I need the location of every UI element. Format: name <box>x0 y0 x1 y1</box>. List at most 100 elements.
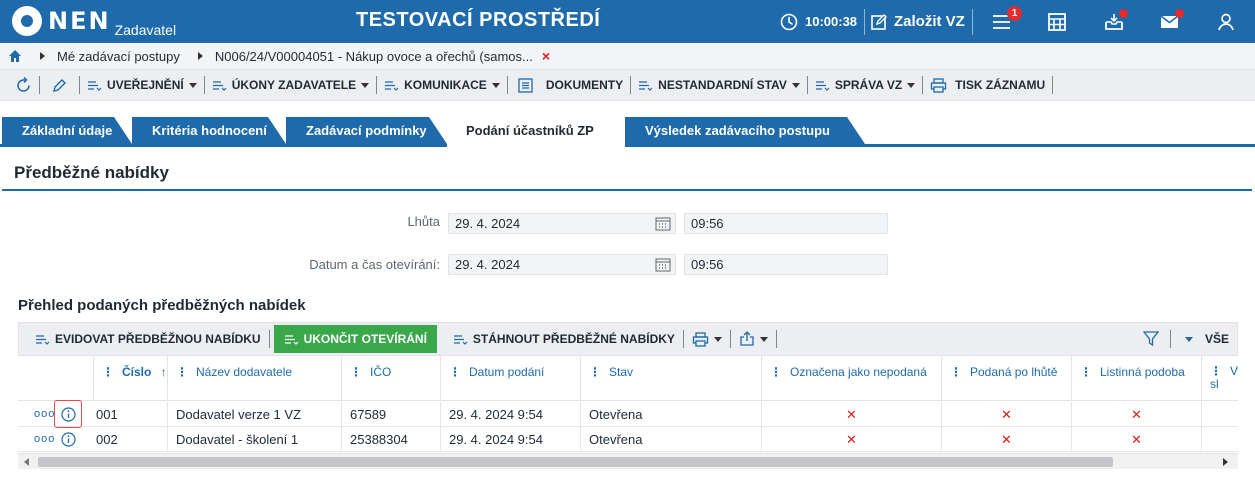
column-menu-icon[interactable]: ⋮ <box>102 365 114 379</box>
tab-zadavaci-podminky[interactable]: Zadávací podmínky <box>286 117 447 144</box>
scrollbar-thumb[interactable] <box>38 457 1113 467</box>
nen-logo[interactable]: NEN Zadavatel <box>12 6 176 38</box>
sprava-vz-menu[interactable]: SPRÁVA VZ <box>808 70 922 100</box>
tab-podani-ucastniku[interactable]: Podání účastníků ZP <box>447 115 625 147</box>
otevirani-time-field[interactable]: 09:56 <box>684 254 888 275</box>
column-header-ico[interactable]: ⋮ IČO <box>342 356 441 401</box>
caret-down-icon <box>907 83 916 88</box>
ukoncit-otevirani-button[interactable]: UKONČIT OTEVÍRÁNÍ <box>273 325 437 353</box>
column-menu-icon[interactable]: ⋮ <box>1080 365 1092 379</box>
column-header-nazev-dodavatele[interactable]: ⋮ Název dodavatele <box>168 356 342 401</box>
logo-text: NEN <box>48 7 111 35</box>
notification-badge: 1 <box>1007 6 1022 21</box>
lhuta-date-field[interactable]: 29. 4. 2024 <box>448 213 676 234</box>
column-menu-icon[interactable]: ⋮ <box>176 365 188 379</box>
grid-title: Přehled podaných předběžných nabídek <box>18 297 306 314</box>
cell-ico: 67589 <box>342 402 441 427</box>
lhuta-date-value: 29. 4. 2024 <box>455 216 521 231</box>
column-menu-icon[interactable]: ⋮ <box>350 365 362 379</box>
close-breadcrumb-icon[interactable]: × <box>542 48 550 64</box>
pencil-icon <box>53 78 66 92</box>
nestandardni-stav-menu[interactable]: NESTANDARDNÍ STAV <box>631 70 807 100</box>
row-actions-icon[interactable]: ooo <box>34 408 55 420</box>
column-header-datum-podani[interactable]: ⋮ Datum podání <box>441 356 581 401</box>
otevirani-date-field[interactable]: 29. 4. 2024 <box>448 254 676 275</box>
column-header-stav[interactable]: ⋮ Stav <box>581 356 762 401</box>
komunikace-menu[interactable]: KOMUNIKACE <box>377 70 507 100</box>
refresh-button[interactable] <box>0 70 39 100</box>
scroll-left-icon[interactable] <box>24 458 29 466</box>
export-menu-button[interactable] <box>731 325 776 353</box>
grid-toolbar: EVIDOVAT PŘEDBĚŽNOU NABÍDKU UKONČIT OTEV… <box>18 322 1238 356</box>
list-menu-icon <box>284 334 299 345</box>
calculator-icon[interactable] <box>1046 11 1068 33</box>
clock-time: 10:00:38 <box>805 14 858 29</box>
column-menu-icon[interactable]: ⋮ <box>950 365 962 379</box>
column-label: Listinná podoba <box>1100 365 1185 379</box>
stahnout-nabidky-button[interactable]: STÁHNOUT PŘEDBĚŽNÉ NABÍDKY <box>441 325 683 353</box>
column-label: IČO <box>370 365 392 379</box>
column-menu-icon[interactable]: ⋮ <box>589 365 601 379</box>
list-menu-icon <box>639 80 653 91</box>
column-menu-icon[interactable]: ⋮ <box>770 365 782 379</box>
edit-button[interactable] <box>40 70 79 100</box>
column-header-podana-po-lhute[interactable]: ⋮ Podaná po lhůtě <box>942 356 1072 401</box>
column-label: Číslo <box>122 365 152 379</box>
tab-vysledek-zadavaciho-postupu[interactable]: Výsledek zadávacího postupu <box>625 117 865 144</box>
breadcrumb-current: N006/24/V00004051 - Nákup ovoce a ořechů… <box>214 48 533 64</box>
clock-icon <box>780 13 798 30</box>
caret-down-icon <box>188 83 197 88</box>
refresh-icon <box>17 76 30 92</box>
caret-down-icon <box>791 83 800 88</box>
column-header-listinna-podoba[interactable]: ⋮ Listinná podoba <box>1072 356 1202 401</box>
row-actions-icon[interactable]: ooo <box>34 433 55 445</box>
logo-circle-icon <box>12 6 42 36</box>
cell-stav: Otevřena <box>581 402 762 427</box>
toolbar-divider <box>775 330 777 348</box>
uverejneni-menu[interactable]: UVEŘEJNĚNÍ <box>80 70 204 100</box>
caret-down-icon <box>759 337 768 342</box>
info-icon[interactable] <box>61 432 76 447</box>
action-toolbar: UVEŘEJNĚNÍ ÚKONY ZADAVATELE KOMUNIKACE D… <box>0 69 1255 101</box>
breadcrumb-item[interactable]: Mé zadávací postupy <box>57 49 180 64</box>
nestandardni-stav-label: NESTANDARDNÍ STAV <box>658 78 787 92</box>
create-vz-button[interactable]: Založit VZ <box>870 0 965 43</box>
column-menu-icon[interactable]: ⋮ <box>1210 364 1222 378</box>
dokumenty-button[interactable]: DOKUMENTY <box>508 70 630 100</box>
toolbar-divider <box>1052 76 1054 94</box>
list-menu-icon <box>88 80 102 91</box>
print-menu-button[interactable] <box>684 325 730 353</box>
lhuta-time-field[interactable]: 09:56 <box>684 213 888 234</box>
scroll-right-icon[interactable] <box>1223 458 1228 466</box>
otevirani-time-value: 09:56 <box>691 257 724 272</box>
edit-icon <box>871 13 887 30</box>
grid-header: ⋮ Číslo ↑ ⋮ Název dodavatele ⋮ IČO ⋮ Datum p… <box>18 356 1238 401</box>
inbox-alert-dot <box>1119 9 1128 18</box>
calendar-icon[interactable] <box>655 257 671 272</box>
column-header-cislo[interactable]: ⋮ Číslo ↑ <box>94 356 168 401</box>
otevirani-date-value: 29. 4. 2024 <box>455 257 521 272</box>
table-row[interactable]: ooo 001 Dodavatel verze 1 VZ 67589 29. 4… <box>18 400 1238 428</box>
evidovat-nabidku-button[interactable]: EVIDOVAT PŘEDBĚŽNOU NABÍDKU <box>19 325 269 353</box>
caret-down-icon[interactable] <box>1184 337 1193 342</box>
home-icon[interactable] <box>8 49 22 63</box>
session-clock: 10:00:38 <box>780 0 857 43</box>
all-records-label[interactable]: VŠE <box>1205 332 1229 346</box>
user-icon[interactable] <box>1215 11 1237 33</box>
calendar-icon[interactable] <box>655 216 671 231</box>
horizontal-scrollbar[interactable] <box>18 453 1238 469</box>
tab-zakladni-udaje[interactable]: Základní údaje <box>2 117 132 144</box>
filter-icon[interactable] <box>1142 330 1160 348</box>
cell-cislo: 002 <box>88 427 168 452</box>
column-header-oznacena-jako-nepodana[interactable]: ⋮ Označena jako nepodaná <box>762 356 942 401</box>
cross-icon: ✕ <box>1072 402 1202 427</box>
column-menu-icon[interactable]: ⋮ <box>449 365 461 379</box>
ukony-zadavatele-menu[interactable]: ÚKONY ZADAVATELE <box>205 70 376 100</box>
info-icon[interactable] <box>61 407 76 422</box>
tisk-zaznamu-button[interactable]: TISK ZÁZNAMU <box>923 70 1052 100</box>
table-row[interactable]: ooo 002 Dodavatel - školení 1 25388304 2… <box>18 427 1238 452</box>
column-header-vysledek[interactable]: ⋮Vy sl <box>1202 356 1238 401</box>
dokumenty-label: DOKUMENTY <box>545 78 624 92</box>
list-menu-icon <box>385 80 399 91</box>
tab-kriteria-hodnoceni[interactable]: Kritéria hodnocení <box>132 117 286 144</box>
